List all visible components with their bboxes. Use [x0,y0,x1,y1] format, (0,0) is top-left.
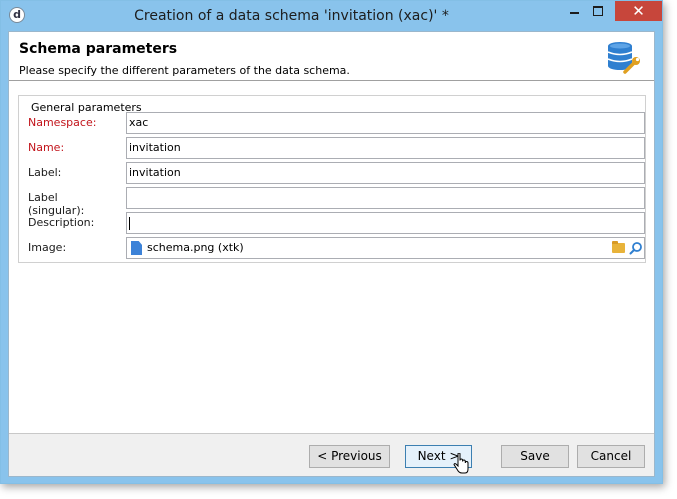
name-input[interactable]: invitation [126,137,645,159]
window-title: Creation of a data schema 'invitation (x… [134,8,449,24]
label-singular-input[interactable] [126,187,645,209]
image-value: schema.png (xtk) [147,241,244,254]
mouse-cursor-icon [453,453,469,474]
minimize-icon [570,12,579,14]
image-label: Image: [28,241,67,254]
namespace-input[interactable]: xac [126,112,645,134]
close-button[interactable]: ✕ [615,1,662,21]
image-field[interactable]: schema.png (xtk) [126,237,645,259]
namespace-label: Namespace: [28,116,97,129]
app-icon: d [9,7,25,23]
folder-icon[interactable] [612,241,625,253]
label-singular-label: Label (singular): [28,191,85,217]
save-button[interactable]: Save [501,445,569,468]
title-bar[interactable]: d Creation of a data schema 'invitation … [1,1,662,31]
label-input[interactable]: invitation [126,162,645,184]
label-label: Label: [28,166,62,179]
page-subtitle: Please specify the different parameters … [19,64,350,77]
dialog-body: Schema parameters Please specify the dif… [8,31,655,477]
page-title: Schema parameters [19,41,178,57]
wizard-header: Schema parameters Please specify the dif… [9,32,654,81]
maximize-button[interactable] [584,1,614,23]
cancel-button[interactable]: Cancel [577,445,645,468]
file-icon [131,241,142,255]
dialog-window: d Creation of a data schema 'invitation … [0,0,663,484]
database-wrench-icon [607,42,640,74]
description-input[interactable] [126,212,645,234]
general-parameters-group: General parameters Namespace: xac Name: … [18,95,646,263]
maximize-icon [593,6,603,16]
content-area: General parameters Namespace: xac Name: … [9,81,654,433]
name-label: Name: [28,141,65,154]
magnifier-icon[interactable] [629,241,643,255]
footer-divider [9,433,654,434]
previous-button[interactable]: < Previous [309,445,390,468]
description-label: Description: [28,216,95,229]
close-icon: ✕ [632,2,645,20]
text-caret [129,216,130,230]
